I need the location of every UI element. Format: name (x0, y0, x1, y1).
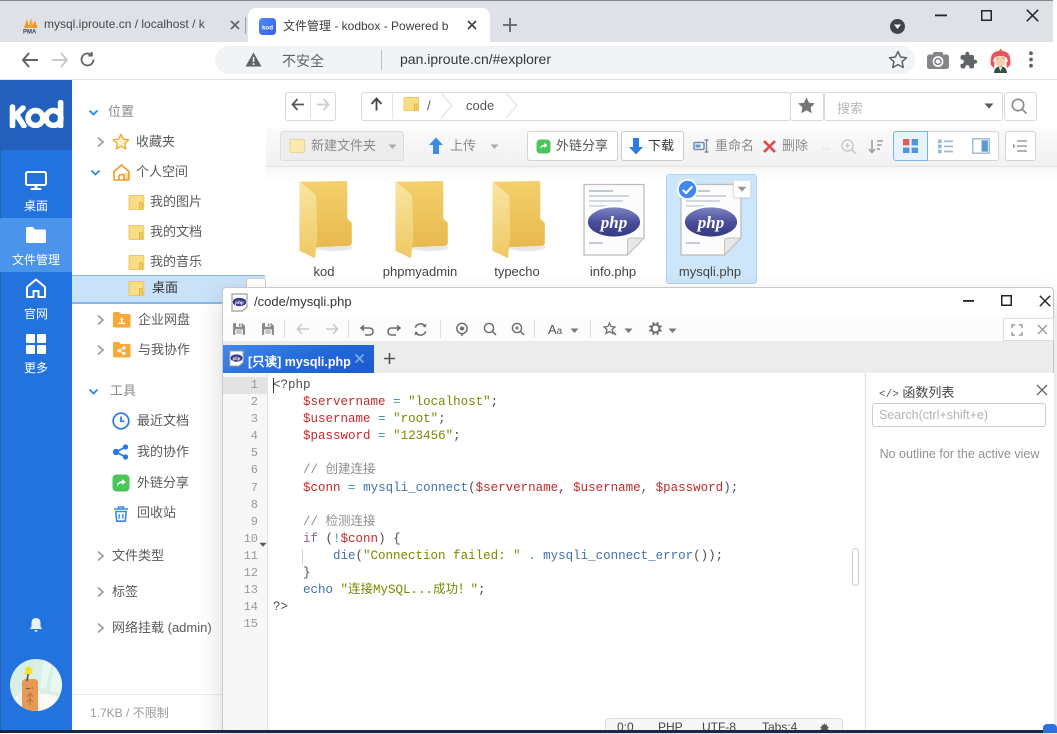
svg-text:php: php (696, 213, 724, 232)
svg-text:php: php (234, 300, 244, 306)
svg-text:php: php (232, 357, 241, 362)
svg-text:kod: kod (262, 25, 273, 32)
svg-text:PMA: PMA (23, 30, 37, 35)
svg-text:php: php (599, 213, 627, 232)
